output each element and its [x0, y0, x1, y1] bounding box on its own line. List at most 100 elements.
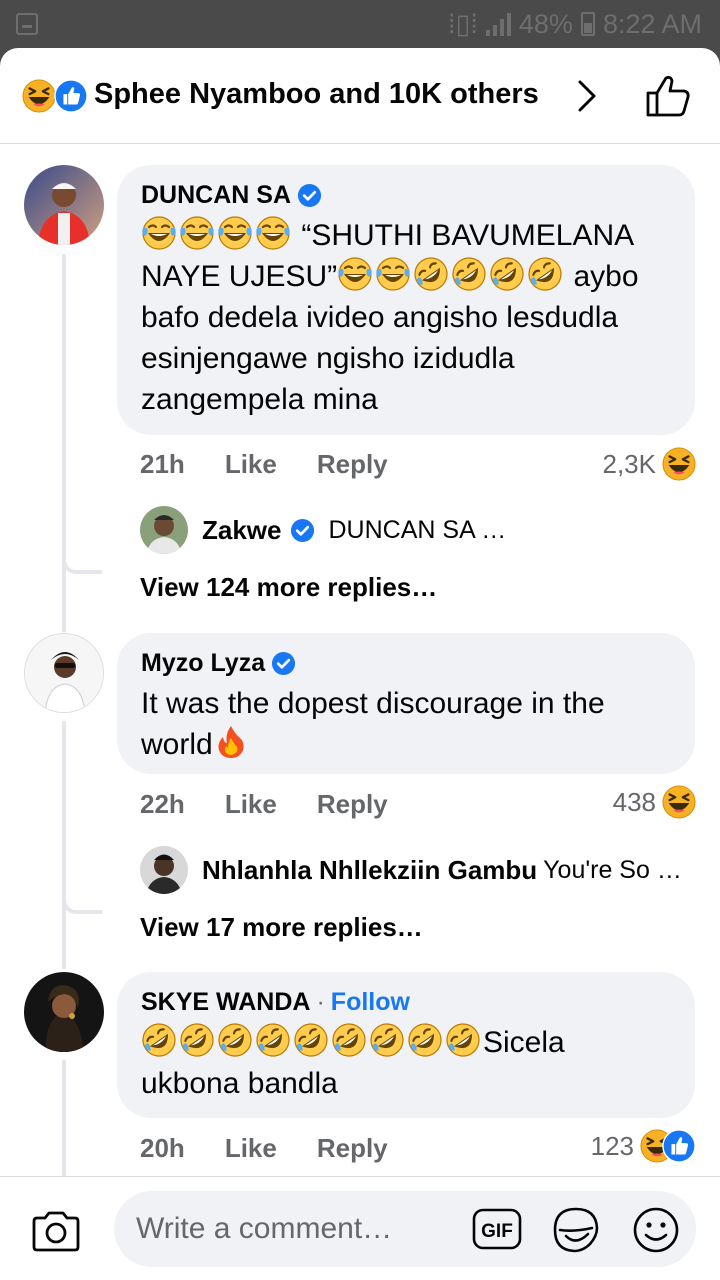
- comments-sheet: Sphee Nyamboo and 10K others DUNCAN SA “…: [0, 48, 720, 1280]
- verified-badge-icon: [290, 518, 315, 543]
- avatar-photo: [140, 506, 188, 554]
- rolling-laughing-icon: [489, 256, 525, 292]
- reaction-count[interactable]: 123: [591, 1128, 696, 1164]
- tears-of-joy-icon: [217, 215, 253, 251]
- comment-text-body: It was the dopest discourage in the worl…: [141, 687, 605, 761]
- reaction-count-value: 2,3K: [602, 448, 657, 479]
- reaction-count[interactable]: 2,3K: [603, 446, 697, 482]
- rolling-laughing-icon: [407, 1022, 443, 1058]
- chevron-right-icon[interactable]: [574, 78, 600, 114]
- like-reaction-icon: [662, 1129, 696, 1163]
- author-name[interactable]: SKYE WANDA: [141, 988, 310, 1017]
- clock: 8:22 AM: [602, 8, 702, 39]
- thread-line: [62, 1060, 66, 1180]
- comment-composer: GIF: [0, 1176, 720, 1280]
- reply-button[interactable]: Reply: [317, 789, 388, 820]
- rolling-laughing-icon: [527, 256, 563, 292]
- comment-time[interactable]: 21h: [140, 449, 185, 480]
- rolling-laughing-icon: [369, 1022, 405, 1058]
- gif-icon[interactable]: GIF: [472, 1208, 522, 1250]
- comment-author[interactable]: Myzo Lyza: [141, 647, 671, 679]
- reaction-count[interactable]: 438: [613, 784, 696, 820]
- avatar-photo: [140, 846, 188, 894]
- verified-badge-icon: [297, 183, 322, 208]
- avatar[interactable]: [140, 846, 188, 894]
- thread-line: [62, 254, 66, 632]
- thread-connector: [62, 518, 102, 574]
- like-button[interactable]: Like: [225, 1133, 277, 1164]
- like-button[interactable]: Like: [225, 449, 277, 480]
- avatar[interactable]: [24, 165, 104, 245]
- separator-dot: ·: [316, 987, 325, 1016]
- author-name[interactable]: DUNCAN SA: [141, 181, 291, 210]
- reply-preview[interactable]: Nhlanhla Nhllekziin Gambu You're So …: [140, 845, 682, 895]
- comment-text: It was the dopest discourage in the worl…: [141, 683, 671, 765]
- haha-reaction-icon: [662, 447, 696, 481]
- tears-of-joy-icon: [179, 215, 215, 251]
- rolling-laughing-icon: [445, 1022, 481, 1058]
- comment-bubble[interactable]: SKYE WANDA · Follow Sicela ukbona bandla: [117, 972, 695, 1118]
- avatar-photo: [25, 634, 103, 712]
- follow-button[interactable]: Follow: [331, 988, 410, 1017]
- comment-text: “SHUTHI BAVUMELANA NAYE UJESU” aybo bafo…: [141, 215, 671, 420]
- rolling-laughing-icon: [451, 256, 487, 292]
- reaction-icons: [640, 1129, 696, 1163]
- like-button[interactable]: Like: [225, 789, 277, 820]
- battery-percent: 48%: [518, 8, 573, 39]
- gallery-icon: [16, 13, 38, 35]
- tears-of-joy-icon: [255, 215, 291, 251]
- reaction-count-value: 123: [590, 1130, 634, 1161]
- comment-bubble[interactable]: Myzo Lyza It was the dopest discourage i…: [117, 633, 695, 774]
- rolling-laughing-icon: [293, 1022, 329, 1058]
- view-more-replies[interactable]: View 17 more replies…: [140, 912, 423, 943]
- reply-author[interactable]: Nhlanhla Nhllekziin Gambu: [202, 855, 537, 886]
- tears-of-joy-icon: [337, 256, 373, 292]
- reply-author[interactable]: Zakwe: [202, 515, 282, 546]
- comment-time[interactable]: 22h: [140, 789, 185, 820]
- rolling-laughing-icon: [331, 1022, 367, 1058]
- comment-author[interactable]: SKYE WANDA · Follow: [141, 986, 671, 1018]
- emoji-icon[interactable]: [632, 1206, 680, 1254]
- view-more-replies[interactable]: View 124 more replies…: [140, 572, 437, 603]
- reply-button[interactable]: Reply: [317, 449, 388, 480]
- thumbs-up-icon[interactable]: [644, 74, 692, 118]
- rolling-laughing-icon: [217, 1022, 253, 1058]
- rolling-laughing-icon: [141, 1022, 177, 1058]
- reactors-summary[interactable]: Sphee Nyamboo and 10K others: [94, 78, 539, 111]
- comment-input-container[interactable]: GIF: [114, 1191, 696, 1267]
- haha-reaction-icon: [22, 79, 56, 113]
- author-name[interactable]: Myzo Lyza: [141, 649, 265, 678]
- rolling-laughing-icon: [179, 1022, 215, 1058]
- reply-text: You're So …: [543, 855, 682, 884]
- status-bar: ⁞▯⁞ 48% 8:22 AM: [0, 0, 720, 48]
- rolling-laughing-icon: [413, 256, 449, 292]
- fire-icon: [213, 724, 249, 760]
- battery-icon: [580, 12, 595, 36]
- comment-input[interactable]: [136, 1209, 466, 1249]
- avatar[interactable]: [140, 506, 188, 554]
- reactions-header[interactable]: Sphee Nyamboo and 10K others: [0, 48, 720, 144]
- comment-actions: 21h Like Reply: [140, 446, 388, 482]
- avatar-photo: [24, 972, 104, 1052]
- thread-line: [62, 721, 66, 969]
- reaction-icons: [22, 79, 88, 111]
- verified-badge-icon: [271, 651, 296, 676]
- thread-connector: [62, 858, 102, 914]
- sticker-icon[interactable]: [552, 1206, 600, 1254]
- comment-author[interactable]: DUNCAN SA: [141, 179, 671, 211]
- rolling-laughing-icon: [255, 1022, 291, 1058]
- reply-preview[interactable]: Zakwe DUNCAN SA …: [140, 505, 506, 555]
- reply-button[interactable]: Reply: [317, 1133, 388, 1164]
- camera-icon[interactable]: [30, 1209, 82, 1253]
- avatar[interactable]: [24, 972, 104, 1052]
- avatar-photo: [24, 165, 104, 245]
- gif-label: GIF: [481, 1221, 513, 1242]
- avatar[interactable]: [24, 633, 104, 713]
- like-reaction-icon: [54, 79, 88, 113]
- status-indicators: ⁞▯⁞ 48% 8:22 AM: [448, 8, 702, 40]
- comment-time[interactable]: 20h: [140, 1133, 185, 1164]
- reaction-count-value: 438: [612, 786, 656, 817]
- reply-text: DUNCAN SA …: [328, 515, 507, 544]
- comment-bubble[interactable]: DUNCAN SA “SHUTHI BAVUMELANA NAYE UJESU”…: [117, 165, 695, 435]
- comment-actions: 20h Like Reply: [140, 1130, 388, 1166]
